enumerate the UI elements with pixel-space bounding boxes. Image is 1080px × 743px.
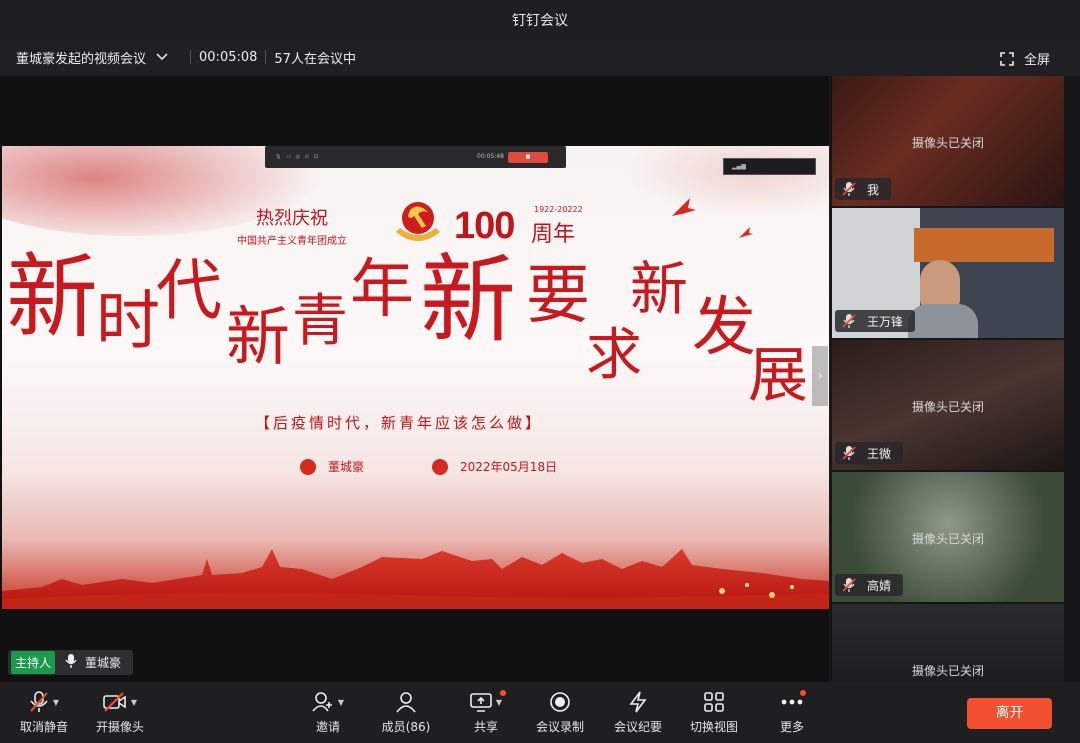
participant-name-tag: 王万锋 (835, 310, 916, 332)
participant-tile[interactable]: 摄像头已关闭 王微 (832, 340, 1064, 470)
active-speaker-label: 主持人 董城豪 (8, 650, 134, 675)
share-bar-icons: 🎙 ▭ ◎ ⊙ ⊡ (275, 154, 318, 160)
next-page-arrow[interactable]: › (812, 346, 828, 406)
headline-char: 新 (630, 255, 689, 323)
dove-icon (739, 227, 753, 238)
invite-button[interactable]: ▼ 邀请 (308, 690, 348, 735)
divider (190, 50, 192, 64)
participant-name-tag: 王微 (835, 442, 904, 464)
meeting-name[interactable]: 董城豪发起的视频会议 (16, 48, 146, 67)
headline-char: 发 (692, 291, 756, 365)
share-screen-icon (470, 693, 492, 712)
chevron-down-icon[interactable] (156, 50, 168, 64)
participant-tile[interactable]: 摄像头已关闭 我 (832, 76, 1064, 206)
participant-tile[interactable]: 摄像头已关闭 高婧 (832, 472, 1064, 602)
headline-char: 代 (156, 252, 222, 329)
headline-char: 新 (420, 244, 516, 356)
mic-muted-icon (842, 314, 856, 328)
camera-off-text: 摄像头已关闭 (911, 664, 984, 678)
record-button[interactable]: 会议录制 (534, 690, 586, 735)
participant-name: 高婧 (867, 578, 892, 593)
presenter-icon (300, 458, 316, 475)
host-badge: 主持人 (11, 651, 56, 674)
headline-char: 青 (292, 289, 348, 354)
slide-anniversary: 周年 (531, 222, 576, 247)
participant-name: 王万锋 (867, 314, 904, 329)
slide-presenter: 董城豪 (300, 458, 364, 475)
lightning-icon (629, 691, 647, 713)
members-icon (396, 692, 416, 713)
participant-tile[interactable]: 王万锋 (832, 208, 1064, 338)
camera-off-text: 摄像头已关闭 (911, 532, 984, 546)
screen-share-control-bar[interactable]: 🎙 ▭ ◎ ⊙ ⊡ 00:05:48 ■ (265, 146, 566, 168)
mic-icon (65, 653, 77, 672)
slide-subtitle: 【后疫情时代，新青年应该怎么做】 (255, 414, 544, 432)
chevron-down-icon[interactable]: ▼ (338, 698, 344, 707)
more-notification-dot (800, 690, 806, 696)
meeting-duration: 00:05:08 (199, 49, 258, 65)
speaker-name: 董城豪 (85, 656, 122, 670)
participant-body (908, 304, 978, 338)
slide-celebrate-text: 热烈庆祝 (256, 208, 328, 229)
cabinet (914, 228, 1054, 262)
camera-off-icon (103, 692, 126, 712)
city-skyline-image (2, 549, 829, 609)
chevron-down-icon[interactable]: ▼ (53, 698, 59, 707)
chevron-down-icon[interactable]: ▼ (496, 698, 502, 707)
fullscreen-button[interactable]: 全屏 (1000, 49, 1050, 68)
mic-muted-icon (30, 691, 48, 712)
slide-hundred: 100 (454, 205, 515, 247)
participant-count: 57人在会议中 (274, 51, 356, 67)
title-bar: 钉钉会议 (0, 0, 1080, 38)
divider (265, 50, 267, 64)
meeting-minutes-button[interactable]: 会议纪要 (612, 690, 664, 735)
meeting-info-bar: 董城豪发起的视频会议 00:05:08 57人在会议中 (0, 38, 1080, 76)
fullscreen-label: 全屏 (1023, 53, 1050, 68)
slide-years: 1922-20222 (534, 205, 583, 214)
participant-tile[interactable]: 摄像头已关闭 (832, 604, 1064, 682)
participant-face (920, 260, 960, 308)
more-icon (781, 699, 803, 705)
chevron-down-icon[interactable]: ▼ (131, 698, 137, 707)
mic-muted-icon (842, 182, 856, 196)
participant-name: 王微 (867, 446, 892, 461)
camera-off-text: 摄像头已关闭 (911, 136, 984, 150)
share-notification-dot (500, 690, 506, 696)
headline-char: 展 (748, 341, 808, 411)
more-button[interactable]: 更多 (770, 690, 814, 735)
mic-muted-icon (842, 578, 856, 592)
dove-icon (672, 198, 696, 216)
network-indicator: ▂▄▆ (723, 158, 816, 175)
headline-char: 新 (226, 301, 290, 375)
headline-char: 年 (350, 253, 414, 327)
participant-name-tag: 高婧 (835, 574, 904, 596)
headline-char: 时 (96, 285, 160, 359)
camera-off-text: 摄像头已关闭 (911, 400, 984, 414)
add-user-icon (312, 692, 332, 712)
headline-char: 新 (6, 244, 99, 351)
record-icon (550, 692, 570, 712)
headline-char: 要 (526, 259, 590, 333)
members-button[interactable]: 成员(86) (378, 690, 434, 735)
headline-char: 求 (586, 323, 642, 388)
switch-view-button[interactable]: 切换视图 (688, 690, 740, 735)
fullscreen-icon (1000, 51, 1014, 66)
slide-date: 2022年05月18日 (432, 458, 557, 475)
party-emblem-icon (396, 202, 440, 241)
grid-icon (704, 692, 724, 712)
unmute-button[interactable]: ▼ 取消静音 (16, 690, 72, 735)
stop-share-button[interactable]: ■ (508, 152, 548, 163)
share-timer: 00:05:48 (477, 153, 504, 160)
share-button[interactable]: ▼ 共享 (466, 690, 506, 735)
participant-name: 我 (867, 182, 880, 197)
clock-icon (432, 458, 448, 475)
window-title: 钉钉会议 (512, 13, 568, 29)
participant-name-tag: 我 (835, 178, 892, 200)
leave-button[interactable]: 离开 (967, 698, 1052, 729)
slide-org-text: 中国共产主义青年团成立 (237, 236, 347, 247)
mic-muted-icon (842, 446, 856, 460)
start-camera-button[interactable]: ▼ 开摄像头 (92, 690, 148, 735)
